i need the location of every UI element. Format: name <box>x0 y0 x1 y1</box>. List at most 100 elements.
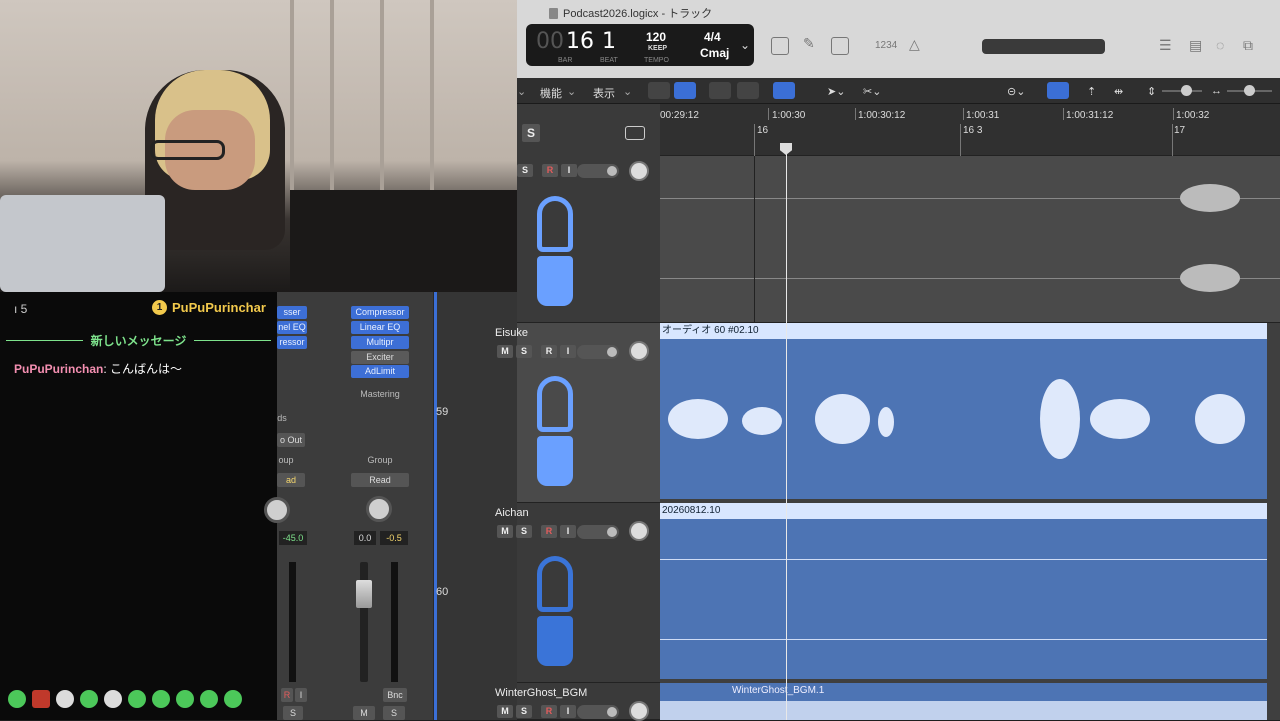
notes-icon[interactable]: ▤ <box>1189 37 1202 54</box>
track-on-toggle[interactable] <box>577 164 619 178</box>
tuner-icon[interactable]: ✎ <box>803 35 821 53</box>
plugin-slot[interactable]: AdLimit <box>351 365 409 378</box>
emote-icon[interactable] <box>80 690 98 708</box>
track-on-toggle[interactable] <box>577 345 619 359</box>
snap-icon[interactable]: ⊝⌄ <box>1007 85 1025 98</box>
waveform-zoom-icon[interactable] <box>1047 82 1069 99</box>
record-button[interactable]: R <box>541 525 557 538</box>
record-button[interactable]: R <box>541 345 557 358</box>
track-name[interactable]: Eisuke <box>495 327 528 339</box>
region-name[interactable]: オーディオ 60 #02.10 <box>660 323 1267 339</box>
input-monitor-button[interactable]: I <box>295 688 307 702</box>
emote-icon[interactable] <box>152 690 170 708</box>
mute-button[interactable]: M <box>497 705 513 718</box>
audio-region[interactable]: WinterGhost_BGM.1 <box>660 683 1267 720</box>
track-lane[interactable]: オーディオ 60 #02.10 <box>660 323 1280 503</box>
input-monitor-button[interactable]: I <box>561 164 577 177</box>
solo-mode-icon[interactable] <box>831 37 849 55</box>
bounce-button[interactable]: Bnc <box>383 688 407 702</box>
automation-icon[interactable] <box>709 82 731 99</box>
pointer-tool-icon[interactable]: ➤⌄ <box>827 85 845 98</box>
view-menu[interactable]: 表示 <box>593 85 615 101</box>
emote-icon[interactable] <box>176 690 194 708</box>
emote-icon[interactable] <box>56 690 74 708</box>
cancel-icon[interactable] <box>771 37 789 55</box>
plugin-slot[interactable]: Linear EQ <box>351 321 409 334</box>
top-supporter[interactable]: 1 PuPuPurinchar <box>152 300 266 315</box>
loop-browser-icon[interactable]: ◌ <box>1216 37 1224 53</box>
emote-icon[interactable] <box>8 690 26 708</box>
emote-icon[interactable] <box>128 690 146 708</box>
grid-view-icon[interactable] <box>648 82 670 99</box>
emote-icon[interactable] <box>104 690 122 708</box>
automation-mode[interactable]: Read <box>351 473 409 487</box>
plugin-slot[interactable]: nel EQ <box>277 321 307 334</box>
record-button[interactable]: R <box>541 705 557 718</box>
solo-button[interactable]: S <box>517 164 533 177</box>
vertical-zoom-icon[interactable]: ⇕ <box>1147 85 1156 98</box>
region-name[interactable]: WinterGhost_BGM.1 <box>732 685 824 696</box>
pan-knob[interactable] <box>629 161 649 181</box>
mute-button[interactable]: M <box>353 706 375 720</box>
plugin-slot[interactable]: sser <box>277 306 307 319</box>
track-header[interactable]: S R I <box>517 156 660 323</box>
list-icon[interactable]: ☰ <box>1159 37 1172 54</box>
solo-button[interactable]: S <box>516 345 532 358</box>
audio-region[interactable] <box>660 339 1267 499</box>
browser-icon[interactable]: ⧉ <box>1243 37 1253 54</box>
track-lane[interactable]: 20260812.10 <box>660 503 1280 683</box>
solo-button[interactable]: S <box>283 706 303 720</box>
input-monitor-button[interactable]: I <box>560 705 576 718</box>
track-lane[interactable] <box>660 156 1280 323</box>
record-button[interactable]: R <box>281 688 293 702</box>
list-view-icon[interactable] <box>674 82 696 99</box>
automation-mode[interactable]: ad <box>277 473 305 487</box>
track-on-toggle[interactable] <box>577 525 619 539</box>
catch-playhead-icon[interactable] <box>773 82 795 99</box>
pan-knob[interactable] <box>366 496 392 522</box>
plugin-slot[interactable]: Compressor <box>351 306 409 319</box>
track-on-toggle[interactable] <box>577 705 619 719</box>
mute-button[interactable]: M <box>497 345 513 358</box>
fader-cap[interactable] <box>356 580 372 608</box>
arrange-area[interactable]: オーディオ 60 #02.10 20260812.10 WinterGhost_ <box>660 156 1280 720</box>
input-monitor-button[interactable]: I <box>560 345 576 358</box>
emote-icon[interactable] <box>200 690 218 708</box>
functions-menu[interactable]: 機能 <box>540 85 562 101</box>
metronome-icon[interactable]: △ <box>909 36 920 53</box>
pan-knob[interactable] <box>629 341 649 361</box>
solo-button[interactable]: S <box>516 525 532 538</box>
plugin-slot[interactable]: Exciter <box>351 351 409 364</box>
record-button[interactable]: R <box>542 164 558 177</box>
playhead[interactable] <box>786 143 787 720</box>
timeline-ruler[interactable]: 00:29:12 1:00:30 1:00:30:12 1:00:31 1:00… <box>660 104 1280 156</box>
horizontal-zoom-icon[interactable]: ↔ <box>1211 85 1222 97</box>
chevron-icon[interactable]: ⌄ <box>517 85 526 98</box>
chevron-down-icon[interactable]: ⌄ <box>740 38 750 52</box>
track-name[interactable]: Aichan <box>495 507 529 519</box>
solo-button[interactable]: S <box>383 706 405 720</box>
track-lane[interactable]: WinterGhost_BGM.1 <box>660 683 1280 720</box>
emote-icon[interactable] <box>224 690 242 708</box>
solo-button[interactable]: S <box>516 705 532 718</box>
emote-icon[interactable] <box>32 690 50 708</box>
flex-icon[interactable] <box>737 82 759 99</box>
lcd-display[interactable]: 00 16 1 BAR BEAT 120 KEEP TEMPO 4/4 Cmaj… <box>526 24 754 66</box>
plugin-slot[interactable]: Multipr <box>351 336 409 349</box>
mute-button[interactable]: M <box>497 525 513 538</box>
input-monitor-button[interactable]: I <box>560 525 576 538</box>
track-name[interactable]: WinterGhost_BGM <box>495 687 587 699</box>
vertical-fit-icon[interactable]: ⇡ <box>1087 85 1096 98</box>
audio-region[interactable] <box>660 519 1267 679</box>
plugin-slot[interactable]: ressor <box>277 336 307 349</box>
count-in-button[interactable]: 1234 <box>875 40 897 51</box>
pan-knob[interactable] <box>629 701 649 721</box>
pan-knob[interactable] <box>264 497 290 523</box>
global-solo-button[interactable]: S <box>522 124 540 142</box>
horizontal-fit-icon[interactable]: ⇹ <box>1114 85 1123 98</box>
chat-user[interactable]: PuPuPurinchan <box>14 362 103 376</box>
pan-knob[interactable] <box>629 521 649 541</box>
add-track-icon[interactable] <box>625 126 645 140</box>
output-button[interactable]: o Out <box>277 433 305 447</box>
scissors-tool-icon[interactable]: ✂⌄ <box>863 85 881 98</box>
